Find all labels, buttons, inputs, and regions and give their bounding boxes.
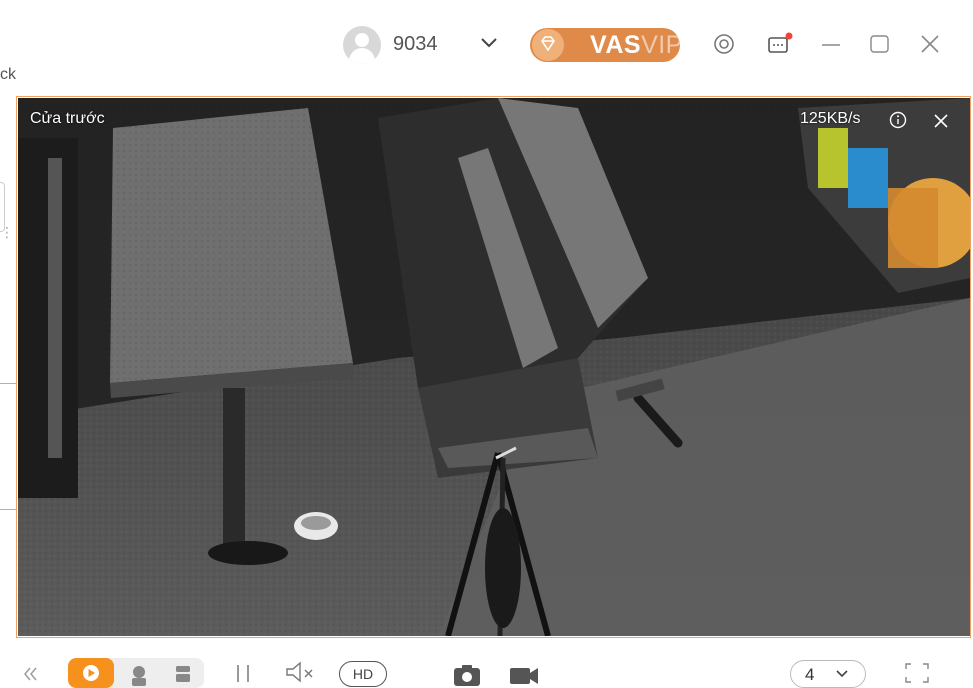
bottom-toolbar: HD 4 — [0, 640, 973, 688]
fullscreen-icon[interactable] — [902, 660, 932, 686]
username-label[interactable]: 9034 — [393, 33, 438, 56]
vip-label: VASVIP — [590, 31, 680, 60]
layout-count-value: 4 — [805, 665, 815, 684]
vip-ghost-label: VIP — [641, 31, 680, 59]
snapshot-icon[interactable] — [452, 662, 482, 686]
double-chevron-left-icon[interactable] — [22, 666, 40, 682]
user-avatar-icon[interactable] — [343, 26, 381, 64]
info-icon[interactable] — [888, 110, 908, 130]
vip-badge[interactable]: VASVIP — [530, 28, 680, 62]
layout-count-select[interactable]: 4 — [790, 660, 866, 688]
minimize-icon[interactable] — [818, 30, 846, 58]
maximize-icon[interactable] — [866, 30, 894, 58]
chevron-down-icon — [836, 670, 848, 678]
device-list-selected-item[interactable] — [0, 383, 17, 510]
hd-quality-button[interactable]: HD — [339, 661, 387, 687]
speaker-mute-icon[interactable] — [284, 660, 318, 684]
pause-icon[interactable] — [232, 662, 254, 684]
play-icon — [83, 665, 99, 681]
camera-name-label: Cửa trước — [30, 110, 105, 127]
title-bar: ck 9034 VASVIP — [0, 0, 973, 96]
live-video-view[interactable]: Cửa trước 125KB/s — [18, 98, 970, 636]
view-mode-group — [68, 658, 204, 688]
message-icon[interactable] — [766, 30, 794, 58]
close-icon[interactable] — [916, 30, 944, 58]
partial-menu-text: ck — [0, 66, 16, 83]
camera-mode-icon[interactable] — [124, 658, 154, 688]
live-mode-button[interactable] — [68, 658, 114, 688]
close-video-icon[interactable] — [930, 110, 952, 132]
bitrate-label: 125KB/s — [800, 110, 861, 127]
diamond-icon — [532, 29, 564, 61]
storage-mode-icon[interactable] — [168, 658, 198, 688]
device-list-search-box[interactable] — [0, 182, 5, 232]
settings-icon[interactable] — [710, 30, 738, 58]
record-video-icon[interactable] — [508, 664, 540, 684]
chevron-down-icon[interactable] — [478, 31, 500, 53]
camera-feed-image — [18, 98, 970, 636]
